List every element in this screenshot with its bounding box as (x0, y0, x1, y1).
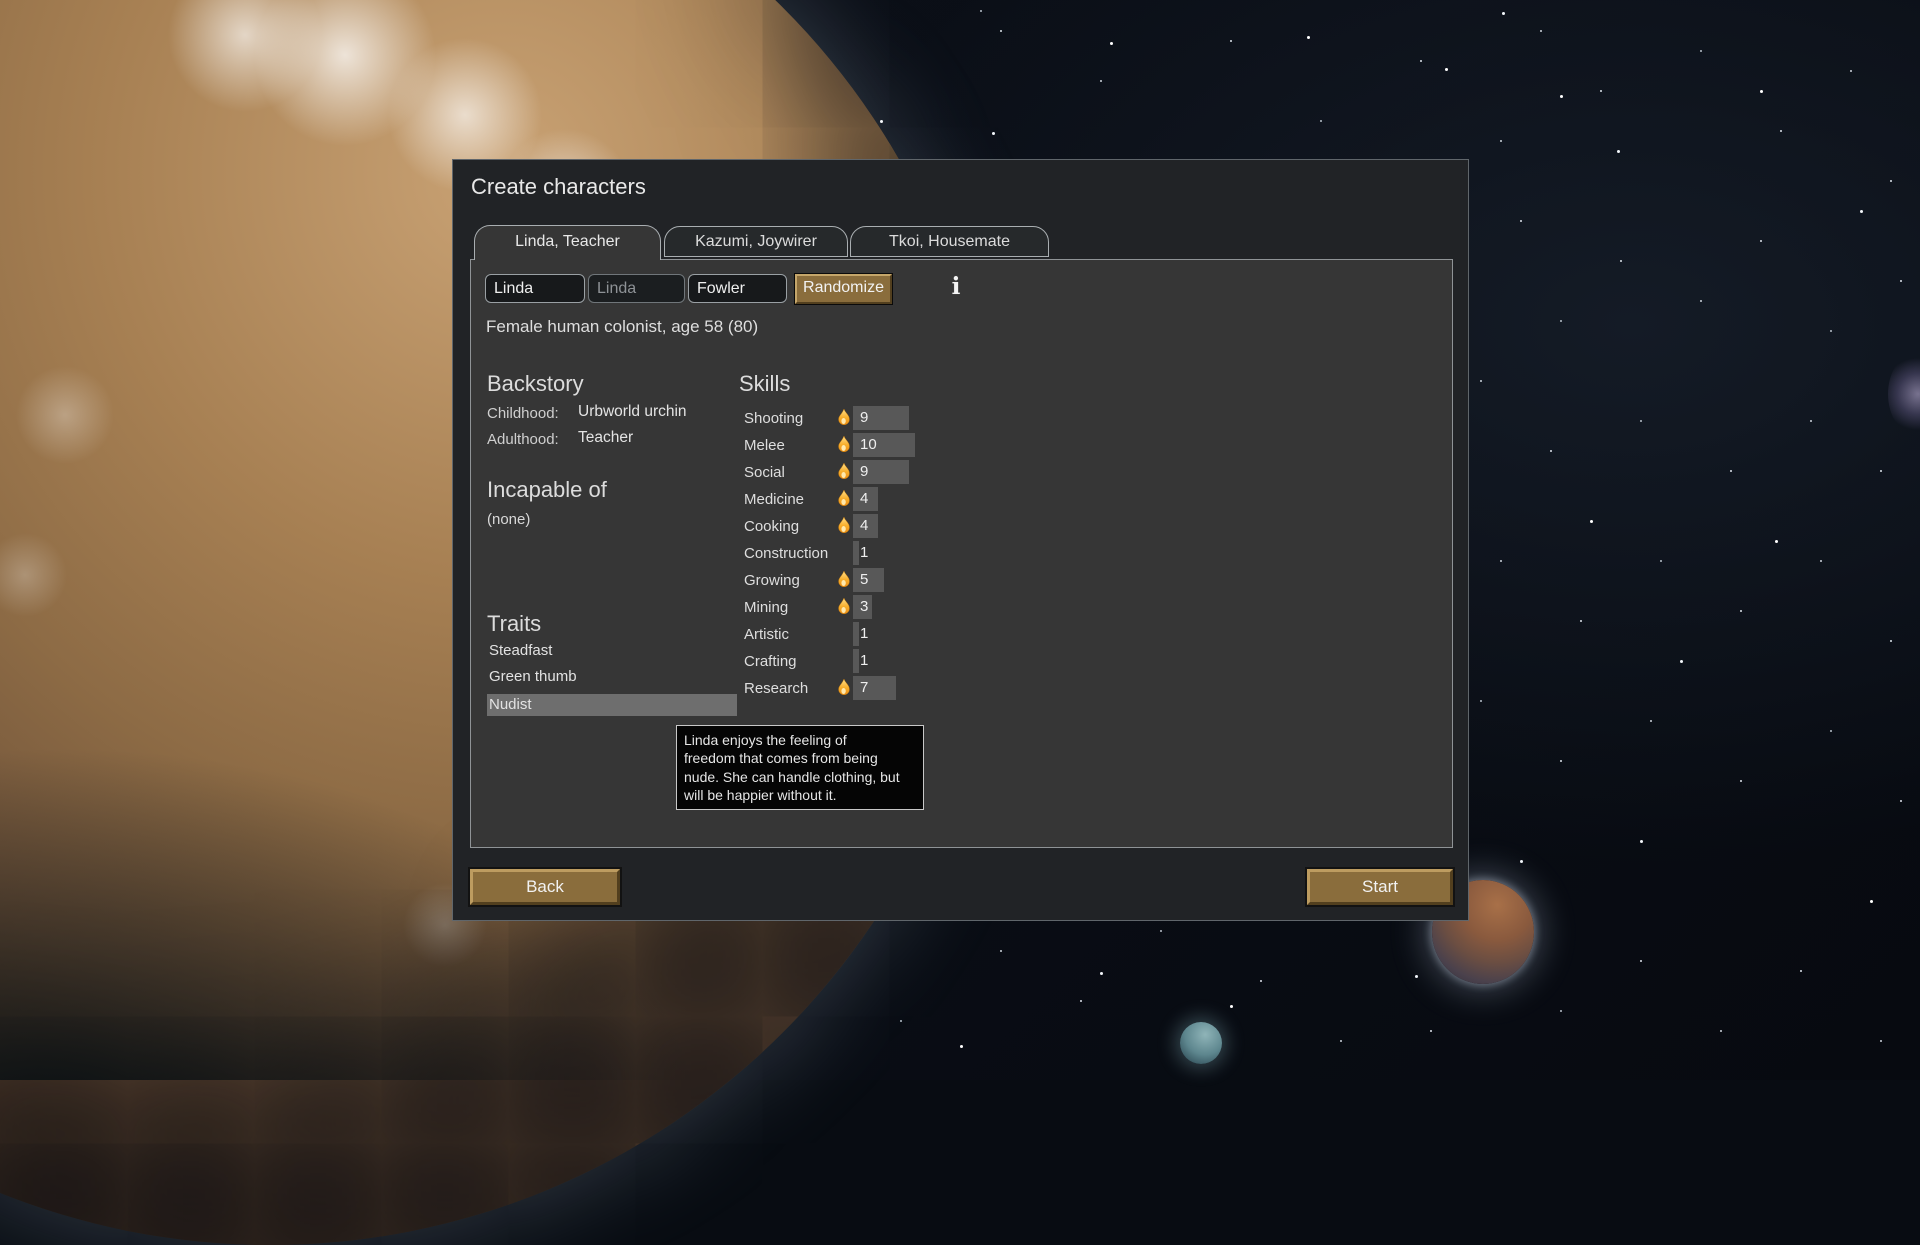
info-icon[interactable]: i (946, 274, 966, 300)
skill-level: 9 (860, 409, 868, 426)
skill-label: Crafting (744, 653, 797, 670)
character-tab[interactable]: Tkoi, Housemate (850, 226, 1049, 257)
skill-label: Artistic (744, 626, 789, 643)
teal-moon (1180, 1022, 1222, 1064)
tab-label: Linda, Teacher (515, 233, 620, 250)
backstory-heading: Backstory (487, 371, 747, 397)
skill-row[interactable]: Growing 5 (739, 567, 1069, 594)
skill-label: Shooting (744, 410, 803, 427)
start-button[interactable]: Start (1307, 869, 1453, 905)
passion-flame-icon (838, 409, 850, 426)
skill-row[interactable]: Mining 3 (739, 594, 1069, 621)
skill-bar (853, 541, 859, 565)
create-characters-dialog: Create characters Linda, Teacher Kazumi,… (452, 159, 1469, 921)
skill-level: 10 (860, 436, 877, 453)
character-tab[interactable]: Kazumi, Joywirer (664, 226, 848, 257)
last-name-field[interactable] (688, 274, 787, 303)
back-button[interactable]: Back (470, 869, 620, 905)
passion-flame-icon (838, 679, 850, 696)
skill-label: Medicine (744, 491, 804, 508)
skill-label: Social (744, 464, 785, 481)
skill-row[interactable]: Artistic 1 (739, 621, 1069, 648)
skill-label: Construction (744, 545, 828, 562)
skill-label: Cooking (744, 518, 799, 535)
skill-level: 7 (860, 679, 868, 696)
skill-label: Mining (744, 599, 788, 616)
first-name-field[interactable] (485, 274, 585, 303)
trait-item[interactable]: Nudist (487, 694, 737, 716)
skill-level: 1 (860, 544, 868, 561)
skill-level: 5 (860, 571, 868, 588)
skills-heading: Skills (739, 371, 1069, 397)
traits-heading: Traits (487, 611, 737, 637)
childhood-value[interactable]: Urbworld urchin (578, 403, 687, 421)
trait-item[interactable]: Steadfast (487, 639, 737, 665)
character-panel: Randomize i Female human colonist, age 5… (470, 259, 1453, 848)
trait-tooltip: Linda enjoys the feeling of freedom that… (676, 725, 924, 810)
skills-section: Skills Shooting 9 Melee 10 Social (739, 371, 1069, 397)
skill-bar (853, 649, 859, 673)
skill-row[interactable]: Cooking 4 (739, 513, 1069, 540)
skill-level: 1 (860, 625, 868, 642)
skill-row[interactable]: Crafting 1 (739, 648, 1069, 675)
incapable-heading: Incapable of (487, 477, 607, 503)
skill-bar (853, 568, 884, 592)
skill-level: 4 (860, 490, 868, 507)
tab-label: Tkoi, Housemate (889, 233, 1010, 250)
nickname-field[interactable] (588, 274, 685, 303)
passion-flame-icon (838, 517, 850, 534)
skill-level: 1 (860, 652, 868, 669)
passion-flame-icon (838, 463, 850, 480)
tab-label: Kazumi, Joywirer (695, 233, 817, 250)
skill-level: 9 (860, 463, 868, 480)
traits-section: Traits Steadfast Green thumb Nudist (487, 611, 737, 637)
trait-item[interactable]: Green thumb (487, 665, 737, 691)
skill-row[interactable]: Shooting 9 (739, 405, 1069, 432)
page-title: Create characters (471, 174, 646, 200)
passion-flame-icon (838, 571, 850, 588)
incapable-value: (none) (487, 511, 530, 528)
backstory-section: Backstory Childhood: Urbworld urchin Adu… (487, 371, 747, 397)
skill-bar (853, 622, 859, 646)
colonist-summary: Female human colonist, age 58 (80) (486, 317, 758, 337)
skill-row[interactable]: Research 7 (739, 675, 1069, 702)
adulthood-label: Adulthood: (487, 431, 559, 448)
character-tab[interactable]: Linda, Teacher (474, 225, 661, 260)
passion-flame-icon (838, 598, 850, 615)
adulthood-value[interactable]: Teacher (578, 429, 633, 447)
childhood-label: Childhood: (487, 405, 559, 422)
skills-list: Shooting 9 Melee 10 Social (739, 405, 1069, 702)
skill-row[interactable]: Melee 10 (739, 432, 1069, 459)
skill-level: 4 (860, 517, 868, 534)
skill-row[interactable]: Construction 1 (739, 540, 1069, 567)
skill-row[interactable]: Social 9 (739, 459, 1069, 486)
randomize-button[interactable]: Randomize (795, 274, 892, 304)
passion-flame-icon (838, 436, 850, 453)
skill-row[interactable]: Medicine 4 (739, 486, 1069, 513)
skill-level: 3 (860, 598, 868, 615)
skill-label: Research (744, 680, 808, 697)
skill-label: Growing (744, 572, 800, 589)
skill-label: Melee (744, 437, 785, 454)
passion-flame-icon (838, 490, 850, 507)
traits-list: Steadfast Green thumb Nudist (487, 639, 737, 716)
